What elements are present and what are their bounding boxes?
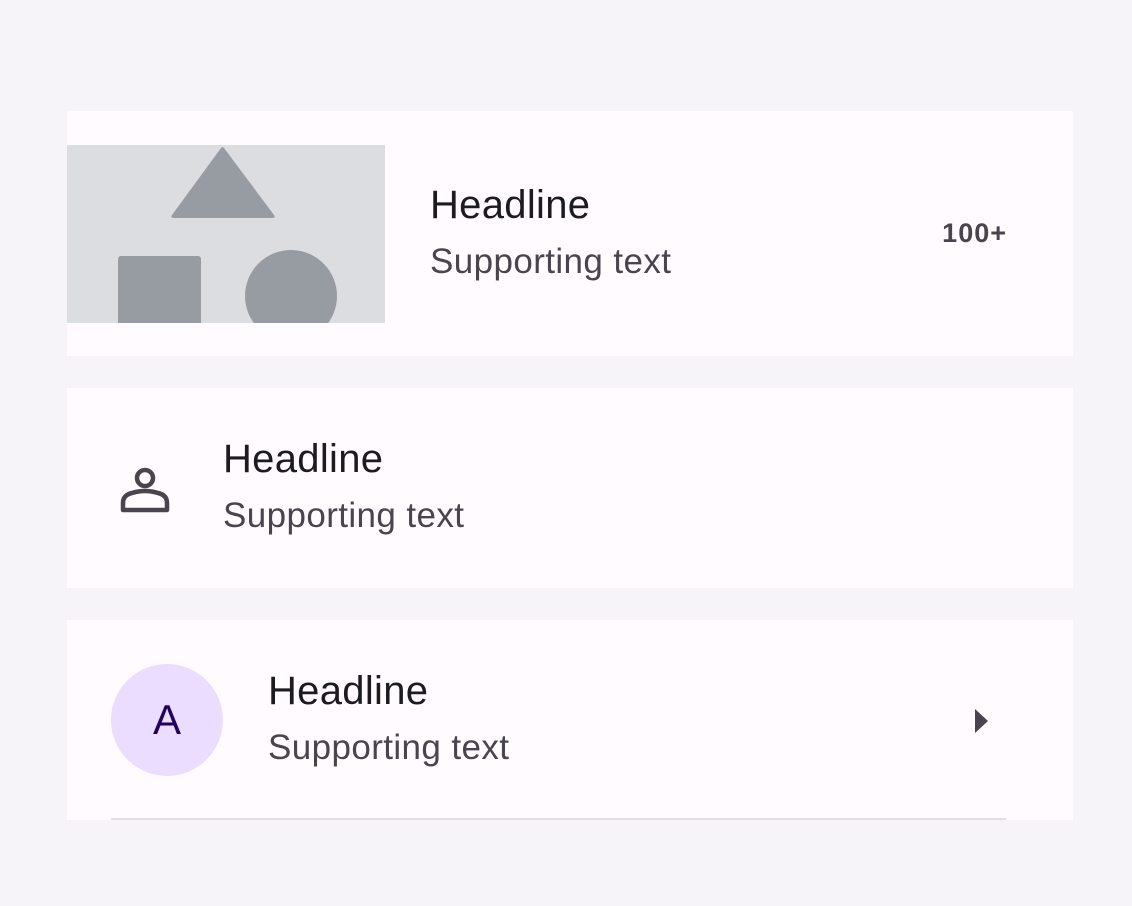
divider [111, 818, 1006, 820]
image-placeholder-thumbnail [67, 145, 385, 323]
list-item-supporting-text: Supporting text [430, 242, 672, 281]
trailing-count-label: 100+ [942, 218, 1007, 248]
list-item-text: Headline Supporting text [223, 435, 464, 539]
list-item[interactable]: Headline Supporting text [67, 388, 1073, 588]
list-item-supporting-text: Supporting text [223, 496, 465, 535]
avatar: A [111, 664, 223, 776]
list-item-headline: Headline [430, 183, 591, 227]
list-item-headline: Headline [223, 437, 384, 481]
page: Headline Supporting text 100+ Headline S… [0, 0, 1132, 906]
arrow-right-icon [975, 709, 988, 733]
list-item[interactable]: Headline Supporting text 100+ [67, 111, 1073, 356]
list-item-text: Headline Supporting text [430, 181, 671, 285]
person-icon [120, 467, 170, 513]
list-item-supporting-text: Supporting text [268, 728, 510, 767]
avatar-letter: A [152, 696, 181, 743]
list-item-text: Headline Supporting text [268, 667, 509, 771]
list-item[interactable]: A Headline Supporting text [67, 620, 1073, 820]
list-item-headline: Headline [268, 669, 429, 713]
